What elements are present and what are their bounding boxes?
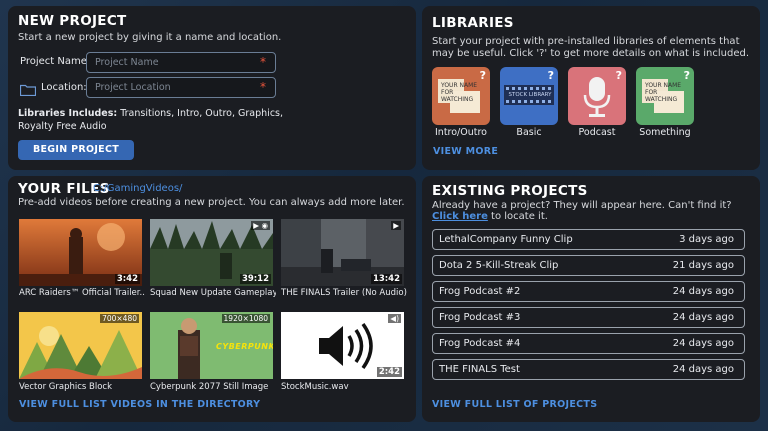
your-files-subtitle: Pre-add videos before creating a new pro… [18,197,405,208]
project-row[interactable]: Frog Podcast #3 24 days ago [432,307,745,328]
folder-icon[interactable] [20,84,36,96]
project-name: THE FINALS Test [439,364,520,375]
help-icon[interactable]: ? [548,69,554,82]
project-row[interactable]: THE FINALS Test 24 days ago [432,359,745,380]
file-thumbnail-cyberpunk[interactable]: CYBERPUNK 1920×1080 [150,312,273,379]
help-icon[interactable]: ? [480,69,486,82]
library-name: Basic [516,127,542,138]
video-icon: ▶ ◉ [251,221,270,230]
cyberpunk-logo-text: CYBERPUNK [216,342,273,351]
begin-project-button[interactable]: BEGIN PROJECT [18,140,134,160]
duration-label: 3:42 [114,274,140,284]
intro-outro-thumb-text: YOUR NAME FOR WATCHING [441,82,478,103]
help-icon[interactable]: ? [616,69,622,82]
click-here-link[interactable]: Click here [432,211,488,222]
file-thumbnail-arc-raiders[interactable]: 3:42 [19,219,142,286]
basic-thumb-text: STOCK LIBRARY [508,92,552,98]
file-thumbnail-the-finals[interactable]: ▶ 13:42 [281,219,404,286]
new-project-subtitle: Start a new project by giving it a name … [18,32,282,43]
duration-label: 39:12 [239,274,271,284]
image-size-badge: 700×480 [100,314,139,323]
project-time: 24 days ago [672,364,734,375]
libraries-panel: LIBRARIES Start your project with pre-in… [422,6,760,170]
project-name-label: Project Name: [20,56,91,67]
libraries-title: LIBRARIES [432,15,514,31]
library-tile-basic[interactable]: STOCK LIBRARY ? [500,67,558,125]
project-location-input[interactable]: Project Location [86,77,276,98]
project-row[interactable]: Frog Podcast #4 24 days ago [432,333,745,354]
your-files-panel: YOUR FILES C:/GamingVideos/ Pre-add vide… [8,176,416,422]
libraries-description: Start your project with pre-installed li… [432,36,750,59]
view-more-link[interactable]: VIEW MORE [433,146,498,157]
project-row[interactable]: Dota 2 5-Kill-Streak Clip 21 days ago [432,255,745,276]
file-caption: Cyberpunk 2077 Still Image [150,382,269,392]
existing-projects-help-text: Already have a project? They will appear… [432,200,732,211]
file-caption: ARC Raiders™ Official Trailer... [19,288,145,298]
directory-path-link[interactable]: C:/GamingVideos/ [93,183,182,194]
new-project-panel: NEW PROJECT Start a new project by givin… [8,6,416,170]
view-full-videos-link[interactable]: VIEW FULL LIST VIDEOS IN THE DIRECTORY [19,399,260,410]
library-name: Intro/Outro [435,127,487,138]
file-thumbnail-vector-graphics[interactable]: 700×480 [19,312,142,379]
project-name: LethalCompany Funny Clip [439,234,573,245]
existing-projects-title: EXISTING PROJECTS [432,183,588,199]
library-tile-intro-outro[interactable]: YOUR NAME FOR WATCHING ? [432,67,490,125]
duration-label: 13:42 [370,274,402,284]
locate-text: to locate it. [487,211,548,222]
library-tile-something[interactable]: YOUR NAME FOR WATCHING ? [636,67,694,125]
project-name: Frog Podcast #3 [439,312,521,323]
project-row[interactable]: Frog Podcast #2 24 days ago [432,281,745,302]
library-name: Something [639,127,691,138]
video-icon: ▶ [391,221,401,230]
project-time: 3 days ago [679,234,734,245]
file-caption: Squad New Update Gameplay... [150,288,276,298]
location-label: Location: [41,82,87,93]
duration-label: 2:42 [376,367,402,377]
audio-icon: ◀) [388,314,401,323]
image-size-badge: 1920×1080 [221,314,270,323]
file-caption: StockMusic.wav [281,382,349,392]
something-thumb-text: YOUR NAME FOR WATCHING [645,82,682,103]
help-icon[interactable]: ? [684,69,690,82]
file-caption: THE FINALS Trailer (No Audio) [281,288,407,298]
file-thumbnail-stock-music[interactable]: ◀) 2:42 [281,312,404,379]
existing-projects-panel: EXISTING PROJECTS Already have a project… [422,176,760,422]
view-full-projects-link[interactable]: VIEW FULL LIST OF PROJECTS [432,399,597,410]
library-name: Podcast [578,127,616,138]
project-time: 24 days ago [672,338,734,349]
project-name: Frog Podcast #4 [439,338,521,349]
project-name-input[interactable]: Project Name [86,52,276,73]
new-project-title: NEW PROJECT [18,13,127,29]
required-mark: * [260,80,266,94]
libraries-includes: Libraries Includes: Transitions, Intro, … [18,107,288,133]
file-thumbnail-squad[interactable]: ▶ ◉ 39:12 [150,219,273,286]
project-row[interactable]: LethalCompany Funny Clip 3 days ago [432,229,745,250]
project-time: 24 days ago [672,286,734,297]
project-name: Frog Podcast #2 [439,286,521,297]
file-caption: Vector Graphics Block [19,382,113,392]
required-mark: * [260,55,266,69]
project-name: Dota 2 5-Kill-Streak Clip [439,260,559,271]
locate-project-line: Click here to locate it. [432,211,548,222]
library-tile-podcast[interactable]: ? [568,67,626,125]
libraries-includes-label: Libraries Includes: [18,108,118,119]
project-time: 21 days ago [672,260,734,271]
project-time: 24 days ago [672,312,734,323]
